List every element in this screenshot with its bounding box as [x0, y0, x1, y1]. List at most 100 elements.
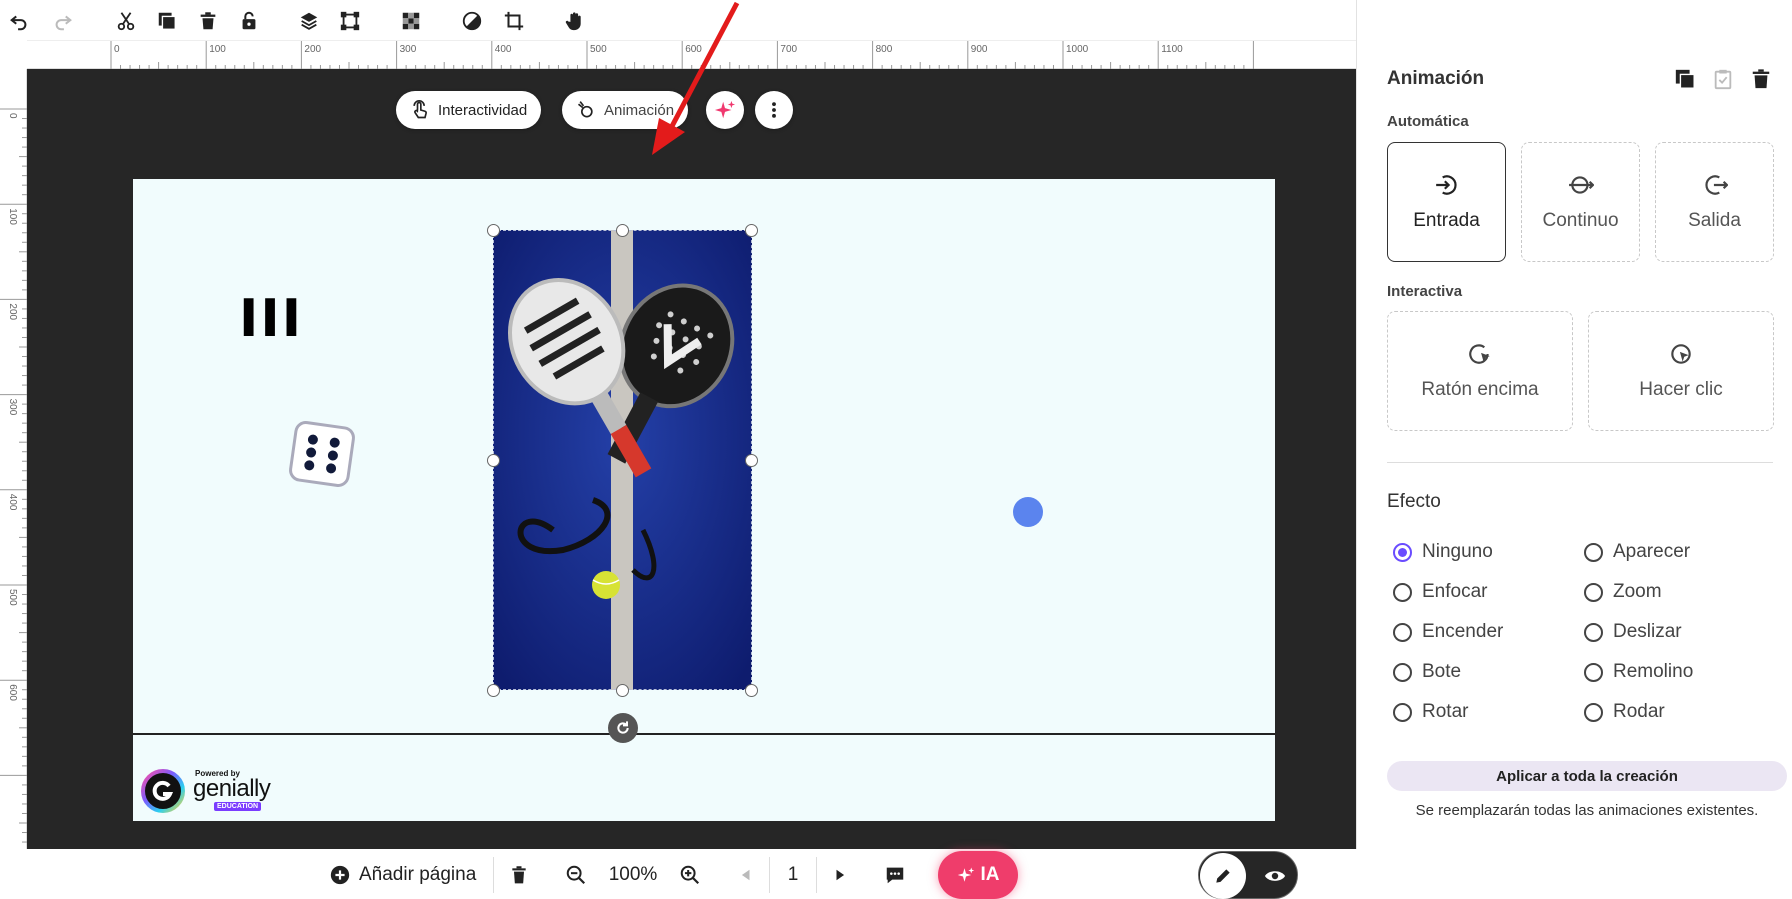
triangle-left-icon	[741, 869, 750, 881]
resize-handle[interactable]	[487, 224, 500, 237]
trash-icon	[512, 866, 526, 884]
effect-bote[interactable]: Bote	[1393, 661, 1461, 683]
rotate-icon	[617, 721, 629, 734]
delete-page-button[interactable]	[494, 851, 544, 899]
ruler-label: 100	[7, 208, 18, 225]
effect-label: Aparecer	[1613, 541, 1691, 562]
slide-canvas[interactable]: III Powered by genially EDUCATION	[133, 179, 1275, 821]
effect-rotar[interactable]: Rotar	[1393, 701, 1468, 723]
interactivity-button[interactable]: Interactividad	[396, 91, 542, 129]
radio[interactable]	[1393, 622, 1412, 642]
resize-handle[interactable]	[487, 684, 500, 697]
ruler-label: 700	[780, 44, 797, 55]
prev-page-button[interactable]	[723, 851, 769, 899]
radio[interactable]	[1393, 662, 1412, 682]
ai-label: IA	[980, 864, 1000, 885]
genially-logo: Powered by genially EDUCATION	[141, 769, 281, 815]
edit-mode-button[interactable]	[1200, 853, 1246, 899]
zoom-level[interactable]: 100%	[599, 851, 667, 899]
click-icon	[1671, 344, 1691, 364]
duplicate-icon[interactable]	[154, 8, 180, 34]
redo-icon[interactable]	[50, 8, 76, 34]
radio[interactable]	[1584, 702, 1603, 722]
apply-all-button[interactable]: Aplicar a toda la creación	[1387, 761, 1787, 791]
text-element[interactable]: III	[239, 289, 303, 349]
radio-selected[interactable]	[1393, 542, 1412, 562]
effect-encender[interactable]: Encender	[1393, 621, 1503, 643]
radio[interactable]	[1584, 662, 1603, 682]
filter-icon[interactable]	[459, 8, 485, 34]
animation-panel: Animación Automática Entrada Continuo Sa…	[1356, 0, 1792, 849]
radio[interactable]	[1584, 542, 1603, 562]
page-nav-group: 1	[723, 851, 863, 899]
resize-handle[interactable]	[745, 454, 758, 467]
effect-aparecer[interactable]: Aparecer	[1584, 541, 1690, 563]
ai-button[interactable]: IA	[938, 851, 1018, 899]
more-options-button[interactable]	[755, 91, 793, 129]
resize-handle[interactable]	[616, 684, 629, 697]
anim-option-label: Entrada	[1413, 210, 1480, 231]
transform-icon[interactable]	[337, 8, 363, 34]
interactivity-label: Interactividad	[438, 101, 528, 119]
comments-button[interactable]	[870, 851, 920, 899]
paste-animation-button[interactable]	[1712, 68, 1734, 95]
hand-icon[interactable]	[562, 8, 588, 34]
sparkle-icon	[957, 867, 974, 882]
copy-animation-button[interactable]	[1674, 68, 1696, 95]
effect-zoom[interactable]: Zoom	[1584, 581, 1662, 603]
radio[interactable]	[1584, 582, 1603, 602]
divider-line[interactable]	[133, 733, 1275, 735]
add-page-button[interactable]: Añadir página	[321, 851, 493, 899]
anim-option-salida[interactable]: Salida	[1655, 142, 1774, 262]
effect-label: Remolino	[1613, 661, 1694, 682]
genially-logo-icon	[141, 769, 185, 813]
crop-icon[interactable]	[501, 8, 527, 34]
pencil-icon	[1216, 869, 1230, 883]
resize-handle[interactable]	[745, 224, 758, 237]
effect-label: Ninguno	[1422, 541, 1493, 562]
effect-label: Deslizar	[1613, 621, 1682, 642]
transparency-icon[interactable]	[398, 8, 424, 34]
page-number[interactable]: 1	[770, 851, 816, 899]
more-vertical-icon	[772, 102, 776, 118]
clipboard-check-icon	[1714, 69, 1732, 90]
delete-animation-button[interactable]	[1750, 68, 1772, 95]
effect-enfocar[interactable]: Enfocar	[1393, 581, 1487, 603]
effect-ninguno[interactable]: Ninguno	[1393, 541, 1493, 563]
radio[interactable]	[1393, 702, 1412, 722]
next-page-button[interactable]	[817, 851, 863, 899]
cut-icon[interactable]	[113, 8, 139, 34]
preview-mode-button[interactable]	[1253, 853, 1297, 899]
resize-handle[interactable]	[487, 454, 500, 467]
mode-toggle[interactable]	[1198, 851, 1298, 899]
resize-handle[interactable]	[745, 684, 758, 697]
anim-option-continuo[interactable]: Continuo	[1521, 142, 1640, 262]
resize-handle[interactable]	[616, 224, 629, 237]
layers-icon[interactable]	[296, 8, 322, 34]
work-area: III Powered by genially EDUCATION Intera…	[27, 1, 1356, 899]
effect-rodar[interactable]: Rodar	[1584, 701, 1665, 723]
undo-icon[interactable]	[6, 8, 32, 34]
blue-dot[interactable]	[1013, 497, 1043, 527]
ruler-label: 1000	[1066, 44, 1089, 55]
anim-option-raton-encima[interactable]: Ratón encima	[1387, 311, 1573, 431]
zoom-out-icon	[566, 865, 586, 885]
unlock-icon[interactable]	[236, 8, 262, 34]
radio[interactable]	[1393, 582, 1412, 602]
delete-icon[interactable]	[195, 8, 221, 34]
effect-deslizar[interactable]: Deslizar	[1584, 621, 1682, 643]
ruler-label: 900	[971, 44, 988, 55]
effect-remolino[interactable]: Remolino	[1584, 661, 1693, 683]
zoom-in-button[interactable]	[667, 851, 713, 899]
dice-image[interactable]	[287, 419, 357, 494]
anim-option-hacer-clic[interactable]: Hacer clic	[1588, 311, 1774, 431]
page-actions-group: Añadir página	[321, 851, 577, 899]
rotate-handle[interactable]	[608, 713, 638, 743]
zoom-out-button[interactable]	[553, 851, 599, 899]
continuous-icon	[1568, 176, 1594, 194]
radio[interactable]	[1584, 622, 1603, 642]
tap-icon	[413, 100, 427, 119]
duplicate-icon	[1675, 69, 1695, 89]
anim-option-entrada[interactable]: Entrada	[1387, 142, 1506, 262]
ruler-label: 0	[114, 44, 120, 55]
